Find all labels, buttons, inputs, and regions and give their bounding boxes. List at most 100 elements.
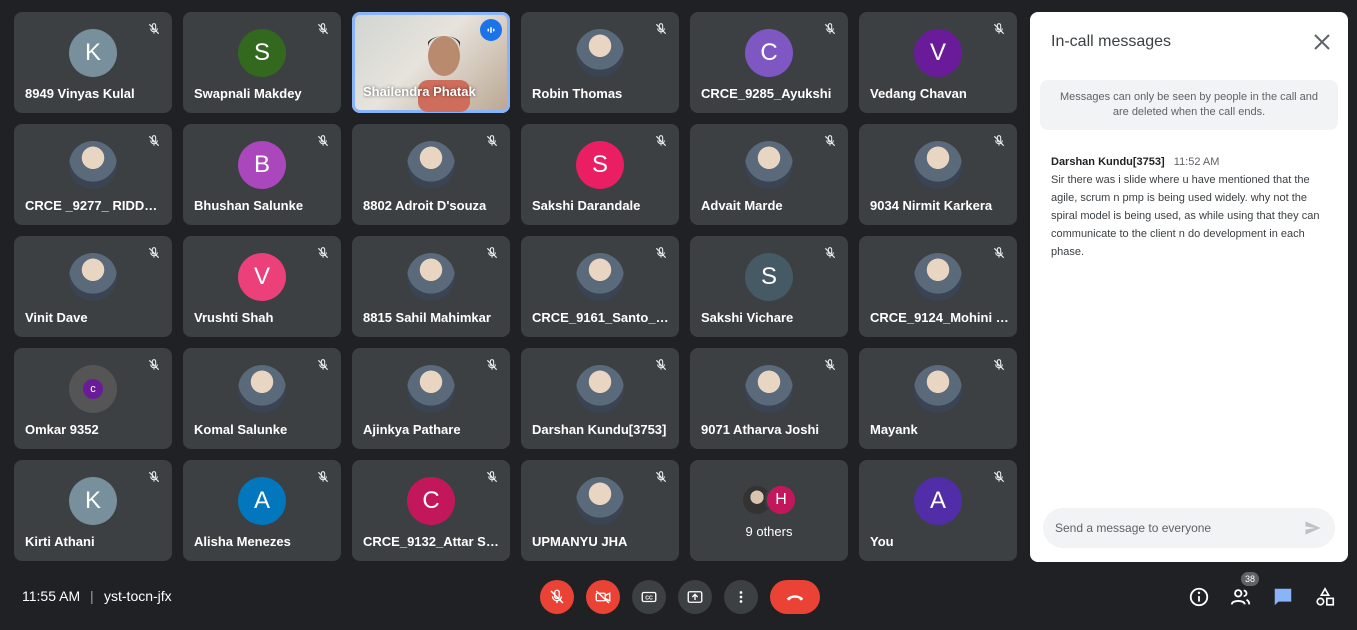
avatar: C xyxy=(745,28,793,77)
participant-name: UPMANYU JHA xyxy=(532,534,628,549)
close-icon[interactable] xyxy=(1310,30,1334,54)
participant-tile[interactable]: 9034 Nirmit Karkera xyxy=(859,124,1017,225)
participant-name: Darshan Kundu[3753] xyxy=(532,422,667,437)
participant-name: Vedang Chavan xyxy=(870,86,967,101)
leave-call-button[interactable] xyxy=(770,580,820,614)
avatar xyxy=(576,28,624,77)
participant-tile[interactable]: CRCE_9161_Santo_Su... xyxy=(521,236,679,337)
others-avatars: H xyxy=(741,484,801,516)
participant-name: Mayank xyxy=(870,422,918,437)
mic-off-icon xyxy=(484,245,500,261)
participant-tile[interactable]: K Kirti Athani xyxy=(14,460,172,561)
mic-off-icon xyxy=(653,245,669,261)
avatar: V xyxy=(914,28,962,77)
panel-title: In-call messages xyxy=(1051,33,1172,50)
participant-name: 8949 Vinyas Kulal xyxy=(25,86,135,101)
mic-off-icon xyxy=(315,357,331,373)
captions-button[interactable]: CC xyxy=(632,580,666,614)
participant-tile[interactable]: 8815 Sahil Mahimkar xyxy=(352,236,510,337)
participant-tile[interactable]: Mayank xyxy=(859,348,1017,449)
mic-off-icon xyxy=(146,133,162,149)
present-button[interactable] xyxy=(678,580,712,614)
people-icon xyxy=(1230,589,1251,605)
message-input[interactable] xyxy=(1055,508,1275,548)
avatar: c xyxy=(69,364,117,413)
participant-tile[interactable]: UPMANYU JHA xyxy=(521,460,679,561)
avatar xyxy=(576,364,624,413)
participant-tile[interactable]: Robin Thomas xyxy=(521,12,679,113)
participant-name: Ajinkya Pathare xyxy=(363,422,461,437)
participant-tile[interactable]: A Alisha Menezes xyxy=(183,460,341,561)
participant-tile[interactable]: CRCE_9124_Mohini G... xyxy=(859,236,1017,337)
mic-off-icon xyxy=(653,469,669,485)
participant-count-badge: 38 xyxy=(1241,572,1259,586)
avatar: K xyxy=(69,28,117,77)
camera-toggle-button[interactable] xyxy=(586,580,620,614)
participant-name: 8802 Adroit D'souza xyxy=(363,198,487,213)
participant-tile[interactable]: S Sakshi Darandale xyxy=(521,124,679,225)
chat-message: Darshan Kundu[3753] 11:52 AM Sir there w… xyxy=(1051,155,1324,261)
more-vert-icon xyxy=(739,591,743,603)
activities-button[interactable] xyxy=(1312,584,1338,610)
participant-name: Sakshi Darandale xyxy=(532,198,641,213)
participant-tile[interactable]: Vinit Dave xyxy=(14,236,172,337)
participant-tile[interactable]: Ajinkya Pathare xyxy=(352,348,510,449)
mic-off-icon xyxy=(822,245,838,261)
mic-off-icon xyxy=(315,245,331,261)
participant-name: Shailendra Phatak xyxy=(363,84,476,99)
participant-tile[interactable]: V Vedang Chavan xyxy=(859,12,1017,113)
avatar xyxy=(914,140,962,189)
participant-name: Kirti Athani xyxy=(25,534,95,549)
meeting-details-button[interactable] xyxy=(1186,584,1212,610)
avatar xyxy=(407,252,455,301)
participant-tile[interactable]: Shailendra Phatak xyxy=(352,12,510,113)
participant-tile[interactable]: V Vrushti Shah xyxy=(183,236,341,337)
participant-name: CRCE_9132_Attar Sin... xyxy=(363,534,502,549)
participant-tile[interactable]: Komal Salunke xyxy=(183,348,341,449)
participant-tile[interactable]: 8802 Adroit D'souza xyxy=(352,124,510,225)
message-text: Sir there was i slide where u have menti… xyxy=(1051,174,1320,258)
participant-tile[interactable]: 9071 Atharva Joshi xyxy=(690,348,848,449)
mic-off-icon xyxy=(991,357,1007,373)
participant-tile[interactable]: Advait Marde xyxy=(690,124,848,225)
avatar: S xyxy=(745,252,793,301)
participant-tile[interactable]: H 9 others xyxy=(690,460,848,561)
present-icon xyxy=(687,591,703,603)
participant-tile[interactable]: Darshan Kundu[3753] xyxy=(521,348,679,449)
activities-icon xyxy=(1316,587,1335,606)
participant-grid: K 8949 Vinyas Kulal S Swapnali Makdey Shaile… xyxy=(14,12,1018,562)
participant-tile[interactable]: B Bhushan Salunke xyxy=(183,124,341,225)
meeting-code: yst-tocn-jfx xyxy=(104,588,172,604)
participant-tile[interactable]: S Swapnali Makdey xyxy=(183,12,341,113)
mic-off-icon xyxy=(484,133,500,149)
participant-name: CRCE_9124_Mohini G... xyxy=(870,310,1009,325)
participant-tile[interactable]: C CRCE_9285_Ayukshi xyxy=(690,12,848,113)
participant-tile[interactable]: c Omkar 9352 xyxy=(14,348,172,449)
chat-button[interactable] xyxy=(1270,584,1296,610)
participant-tile[interactable]: S Sakshi Vichare xyxy=(690,236,848,337)
separator: | xyxy=(90,588,94,604)
bottom-bar: 11:55 AM | yst-tocn-jfx CC 38 xyxy=(0,568,1357,630)
participant-tile[interactable]: C CRCE_9132_Attar Sin... xyxy=(352,460,510,561)
participant-name: Komal Salunke xyxy=(194,422,288,437)
avatar: S xyxy=(576,140,624,189)
mic-off-icon xyxy=(653,357,669,373)
avatar xyxy=(745,140,793,189)
in-call-messages-panel: In-call messages Messages can only be se… xyxy=(1030,12,1348,562)
participant-tile[interactable]: CRCE _9277_ RIDDHI ... xyxy=(14,124,172,225)
participant-name: 9071 Atharva Joshi xyxy=(701,422,820,437)
more-options-button[interactable] xyxy=(724,580,758,614)
avatar: C xyxy=(407,476,455,525)
participant-tile[interactable]: K 8949 Vinyas Kulal xyxy=(14,12,172,113)
mic-off-icon xyxy=(991,21,1007,37)
captions-icon: CC xyxy=(641,591,657,603)
mic-off-icon xyxy=(653,133,669,149)
participant-tile[interactable]: A You xyxy=(859,460,1017,561)
people-button[interactable] xyxy=(1228,584,1254,610)
avatar xyxy=(69,252,117,301)
send-icon[interactable] xyxy=(1303,518,1323,538)
message-composer xyxy=(1043,508,1335,548)
mic-toggle-button[interactable] xyxy=(540,580,574,614)
avatar: V xyxy=(238,252,286,301)
participant-name: Vrushti Shah xyxy=(194,310,274,325)
